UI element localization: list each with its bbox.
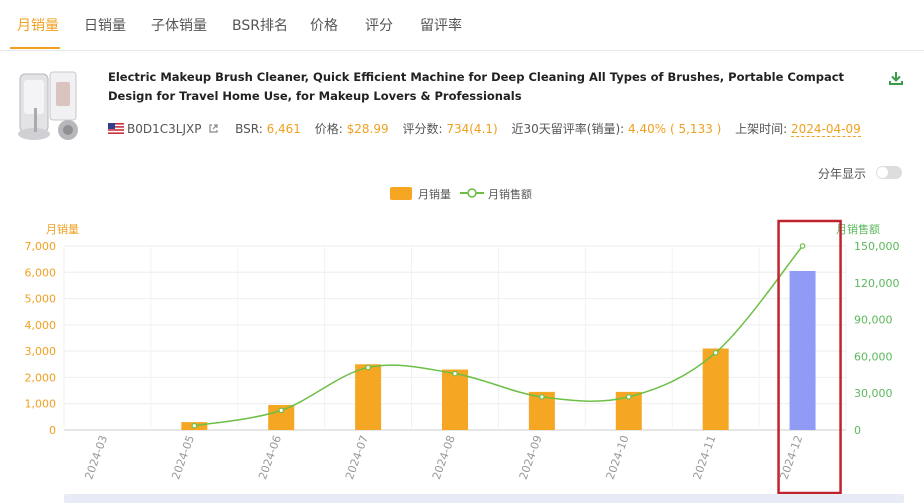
y-tick-label-left: 3,000 [25, 345, 57, 358]
y-tick-label-right: 120,000 [854, 277, 900, 290]
bar-2024-08 [442, 369, 468, 430]
sales-amount-point [191, 422, 198, 429]
bar-2024-07 [355, 364, 382, 430]
chart-zoom-slider[interactable] [64, 494, 904, 503]
y-tick-label-left: 0 [49, 424, 56, 437]
y-tick-label-right: 0 [854, 424, 861, 437]
x-tick-label: 2024-03 [82, 434, 110, 482]
y-tick-label-left: 4,000 [25, 319, 57, 332]
sales-amount-point [539, 394, 545, 400]
x-tick-label: 2024-08 [430, 434, 458, 482]
sales-amount-point [278, 407, 285, 414]
x-tick-label: 2024-06 [256, 434, 284, 482]
y-tick-label-right: 90,000 [854, 314, 893, 327]
x-tick-label: 2024-05 [169, 434, 197, 482]
sales-amount-point [365, 364, 371, 371]
y-tick-label-left: 7,000 [25, 240, 57, 253]
x-tick-label: 2024-11 [691, 434, 719, 482]
y-tick-label-right: 30,000 [854, 387, 893, 400]
sales-amount-point [712, 349, 719, 356]
sales-amount-point [799, 243, 806, 249]
y-tick-label-right: 150,000 [854, 240, 900, 253]
y-tick-label-left: 1,000 [25, 398, 57, 411]
y-tick-label-left: 2,000 [25, 371, 57, 384]
x-tick-label: 2024-09 [517, 434, 545, 482]
x-tick-label: 2024-10 [604, 434, 632, 482]
y-tick-label-right: 60,000 [854, 350, 893, 363]
x-tick-label: 2024-07 [343, 434, 371, 482]
sales-chart: 0 1,000 2,000 3,000 4,000 5,000 6,000 7,000 0 30,… [25, 219, 900, 495]
y-tick-label-left: 5,000 [25, 293, 57, 306]
x-tick-label: 2024-12 [777, 434, 805, 482]
y-tick-label-left: 6,000 [25, 266, 57, 279]
sales-amount-point [452, 370, 458, 377]
sales-amount-point [625, 394, 632, 400]
bar-2024-12 [789, 270, 816, 430]
